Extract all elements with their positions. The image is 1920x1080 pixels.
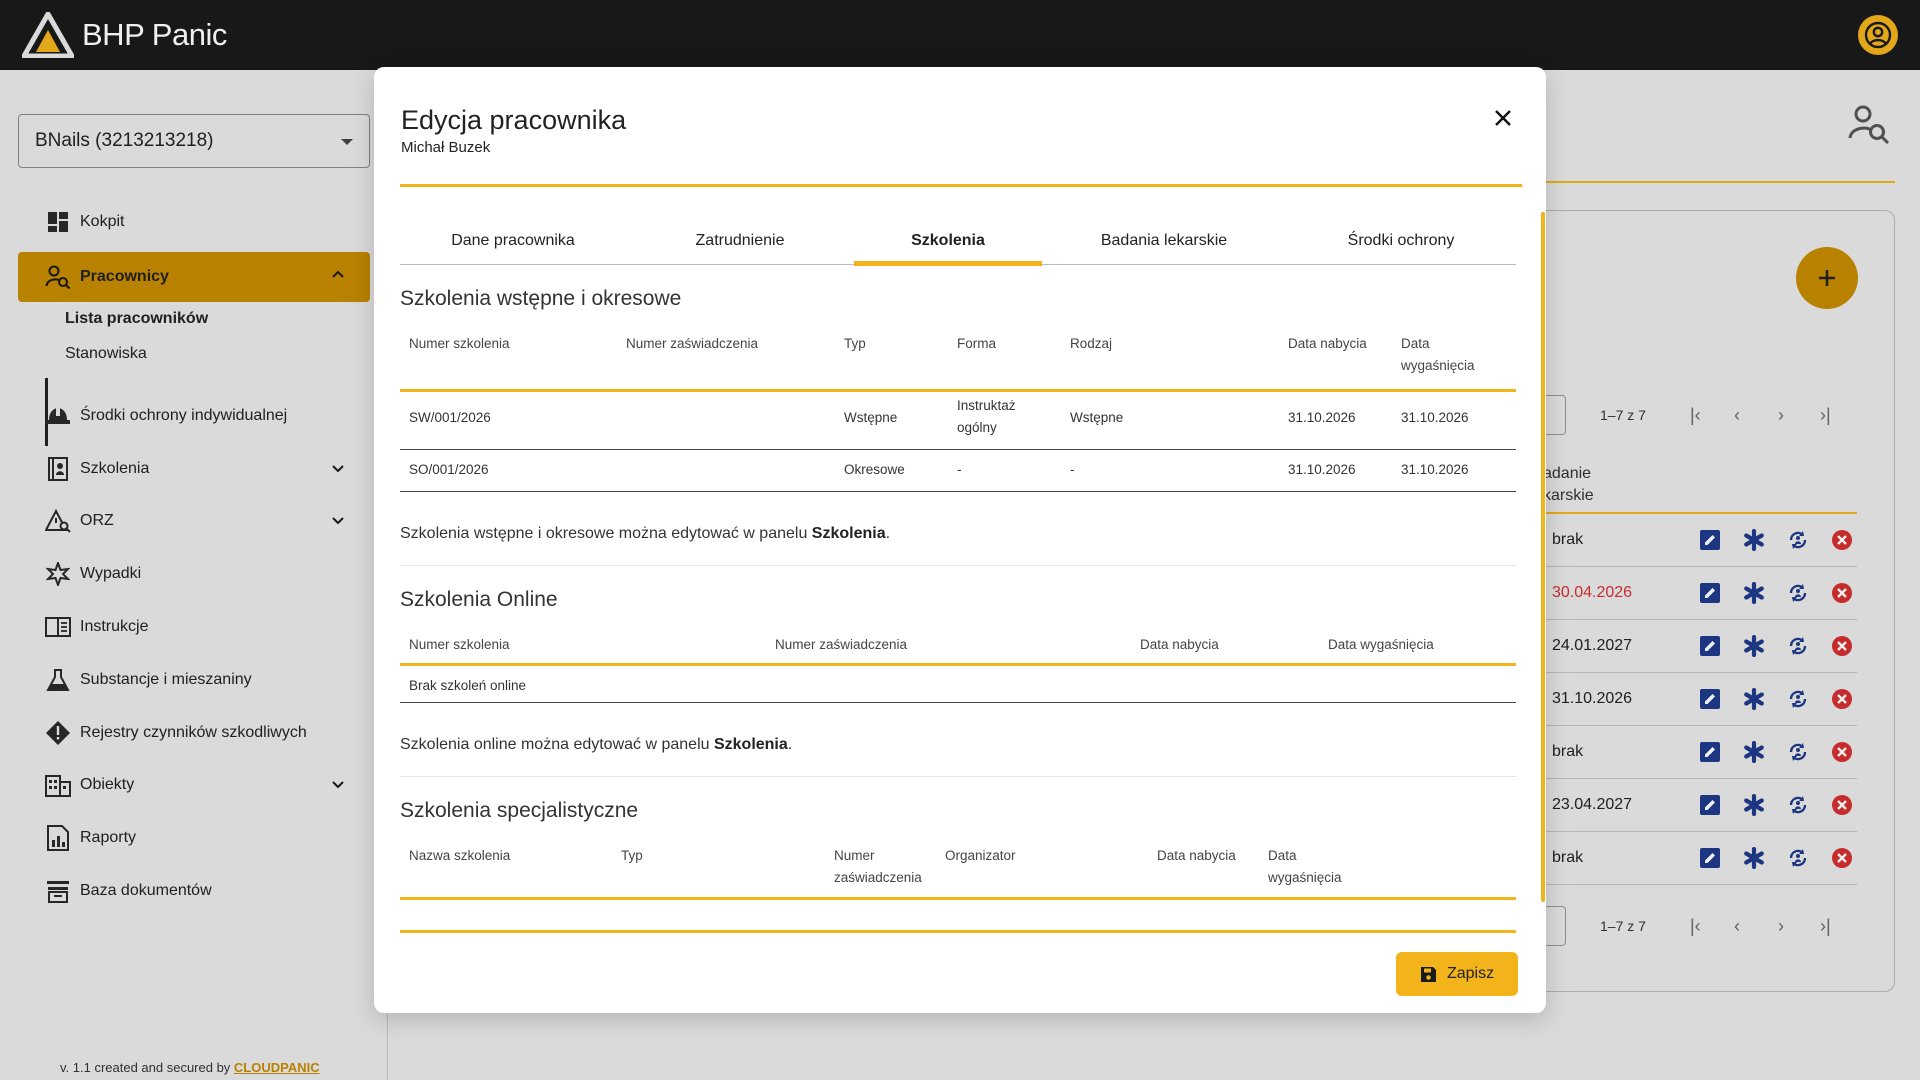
tab-zatrudnienie[interactable]: Zatrudnienie: [626, 217, 854, 265]
section-title-online: Szkolenia Online: [400, 588, 558, 611]
close-icon: [1495, 110, 1511, 126]
column-header: Data wygaśnięcia: [1401, 336, 1475, 373]
column-header: Data nabycia: [1157, 848, 1236, 863]
table-cell: 31.10.2026: [1401, 410, 1469, 425]
column-header: Data nabycia: [1140, 637, 1219, 652]
dialog-header-rule: [400, 184, 1522, 187]
tab-label: Badania lekarskie: [1100, 232, 1228, 249]
section-title-specjalistyczne: Szkolenia specjalistyczne: [400, 799, 639, 822]
save-button[interactable]: Zapisz: [1396, 952, 1518, 996]
table-cell: -: [957, 462, 962, 477]
tab-label: Zatrudnienie: [695, 232, 785, 249]
tab-label: Dane pracownika: [451, 232, 575, 249]
section-note: Szkolenia online można edytować w panelu…: [400, 736, 792, 754]
dialog-content[interactable]: Szkolenia wstępne i okresowe Numer szkol…: [400, 265, 1516, 937]
save-button-label: Zapisz: [1446, 965, 1495, 982]
column-header: Data wygaśnięcia: [1268, 848, 1342, 885]
table-cell: Okresowe: [844, 462, 905, 477]
table-cell: Wstępne: [1070, 410, 1124, 425]
row-divider: [400, 491, 1516, 492]
dialog-scrollbar[interactable]: [1541, 212, 1545, 902]
column-header: Nazwa szkolenia: [409, 848, 511, 863]
column-header: Numer zaświadczenia: [775, 637, 908, 652]
column-header: Rodzaj: [1070, 336, 1113, 351]
edit-employee-dialog: Edycja pracownika Michał Buzek Dane prac…: [374, 67, 1546, 1013]
table-cell: SW/001/2026: [409, 410, 491, 425]
table-header-rule: [400, 897, 1516, 900]
empty-state: Brak szkoleń online: [409, 678, 527, 693]
table-header-rule: [400, 663, 1516, 666]
table-cell: Instruktaż ogólny: [957, 398, 1016, 435]
section-note: Szkolenia wstępne i okresowe można edyto…: [400, 525, 890, 543]
tab-dane-pracownika[interactable]: Dane pracownika: [400, 217, 626, 265]
note-suffix: .: [787, 736, 793, 753]
tab-label: Szkolenia: [911, 232, 985, 249]
column-header: Organizator: [945, 848, 1016, 863]
table-cell: 31.10.2026: [1288, 410, 1356, 425]
tab-label: Środki ochrony: [1347, 232, 1455, 249]
dialog-tabs: Dane pracownika Zatrudnienie Szkolenia B…: [400, 217, 1516, 266]
column-header: Numer zaświadczenia: [626, 336, 759, 351]
note-bold: Szkolenia: [811, 525, 886, 542]
column-header: Numer szkolenia: [409, 336, 510, 351]
section-divider: [400, 565, 1516, 566]
column-header: Typ: [621, 848, 643, 863]
employee-name: Michał Buzek: [401, 139, 491, 156]
column-header: Data wygaśnięcia: [1328, 637, 1434, 652]
column-header: Numer szkolenia: [409, 637, 510, 652]
dialog-title: Edycja pracownika: [401, 105, 627, 135]
note-text: Szkolenia wstępne i okresowe można edyto…: [400, 525, 812, 542]
table-cell: 31.10.2026: [1401, 462, 1469, 477]
section-title-wstepne: Szkolenia wstępne i okresowe: [400, 287, 682, 310]
note-text: Szkolenia online można edytować w panelu: [400, 736, 714, 753]
column-header: Typ: [844, 336, 866, 351]
table-cell: Wstępne: [844, 410, 898, 425]
column-header: Numer zaświadczenia: [834, 848, 922, 885]
column-header: Forma: [957, 336, 997, 351]
close-dialog-button[interactable]: [1488, 103, 1518, 133]
column-header: Data nabycia: [1288, 336, 1367, 351]
section-divider: [400, 776, 1516, 777]
dialog-footer-rule: [400, 930, 1516, 933]
table-cell: SO/001/2026: [409, 462, 489, 477]
row-divider: [400, 702, 1516, 703]
table-header-rule: [400, 389, 1516, 392]
tab-szkolenia[interactable]: Szkolenia: [854, 217, 1042, 266]
floppy-disk-icon: [1420, 966, 1437, 983]
tab-badania-lekarskie[interactable]: Badania lekarskie: [1042, 217, 1286, 265]
note-suffix: .: [885, 525, 891, 542]
table-cell: 31.10.2026: [1288, 462, 1356, 477]
note-bold: Szkolenia: [713, 736, 788, 753]
tab-srodki-ochrony[interactable]: Środki ochrony: [1286, 217, 1516, 265]
table-cell: -: [1070, 462, 1075, 477]
row-divider: [400, 449, 1516, 450]
